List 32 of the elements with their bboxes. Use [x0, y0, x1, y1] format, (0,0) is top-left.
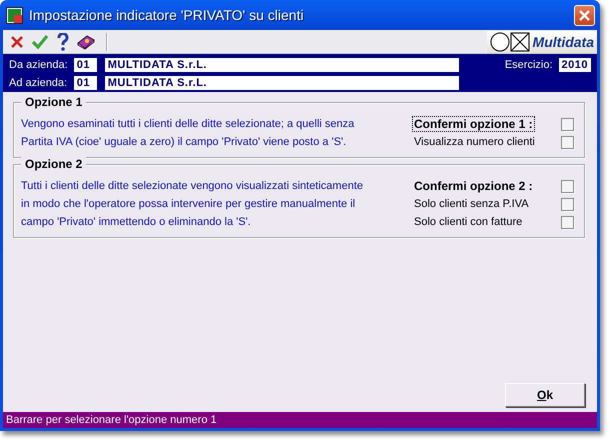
checkbox-label: Solo clienti senza P.IVA: [413, 197, 530, 211]
group-title: Opzione 2: [21, 157, 86, 171]
checkbox-label: Visualizza numero clienti: [413, 135, 536, 149]
company-name-field[interactable]: MULTIDATA S.r.L.: [104, 76, 459, 90]
description-line: Tutti i clienti delle ditte selezionate vengono visualizzati sinteticamente: [21, 179, 363, 194]
description-line: in modo che l'operatore possa intervenire per gestire manualmente il: [21, 197, 356, 212]
app-icon: [6, 6, 23, 24]
close-icon: [579, 10, 590, 20]
checkbox[interactable]: [561, 118, 574, 130]
checkbox[interactable]: [561, 198, 574, 210]
checkbox[interactable]: [561, 216, 574, 228]
checkbox-label: Confermi opzione 1 :: [412, 116, 535, 132]
status-bar: Barrare per selezionare l'opzione numero 1: [3, 412, 597, 428]
checkbox-label: Confermi opzione 2 :: [413, 178, 534, 194]
company-code-field[interactable]: 01: [74, 58, 97, 72]
window-title: Impostazione indicatore 'PRIVATO' su clienti: [29, 7, 305, 23]
checkbox[interactable]: [561, 180, 574, 192]
description-line: campo 'Privato' immettendo o eliminando la 'S'.: [21, 215, 252, 230]
close-button[interactable]: [574, 4, 595, 26]
field-label: Da azienda:: [9, 59, 68, 71]
group-title: Opzione 1: [21, 95, 86, 109]
ok-button[interactable]: Ok: [505, 383, 585, 407]
field-label: Esercizio:: [504, 59, 553, 71]
company-name-field[interactable]: MULTIDATA S.r.L.: [104, 58, 459, 72]
checkbox-label: Solo clienti con fatture: [413, 215, 524, 229]
description-line: Partita IVA (cioe' uguale a zero) il campo 'Privato' viene posto a 'S'.: [21, 135, 348, 150]
company-code-field[interactable]: 01: [74, 76, 97, 90]
year-field[interactable]: 2010: [558, 58, 591, 72]
field-label: Ad azienda:: [9, 77, 68, 89]
checkbox[interactable]: [561, 136, 574, 148]
logo: Multidata: [486, 30, 597, 52]
description-line: Vengono esaminati tutti i clienti delle ditte selezionate; a quelli senza: [21, 117, 354, 132]
